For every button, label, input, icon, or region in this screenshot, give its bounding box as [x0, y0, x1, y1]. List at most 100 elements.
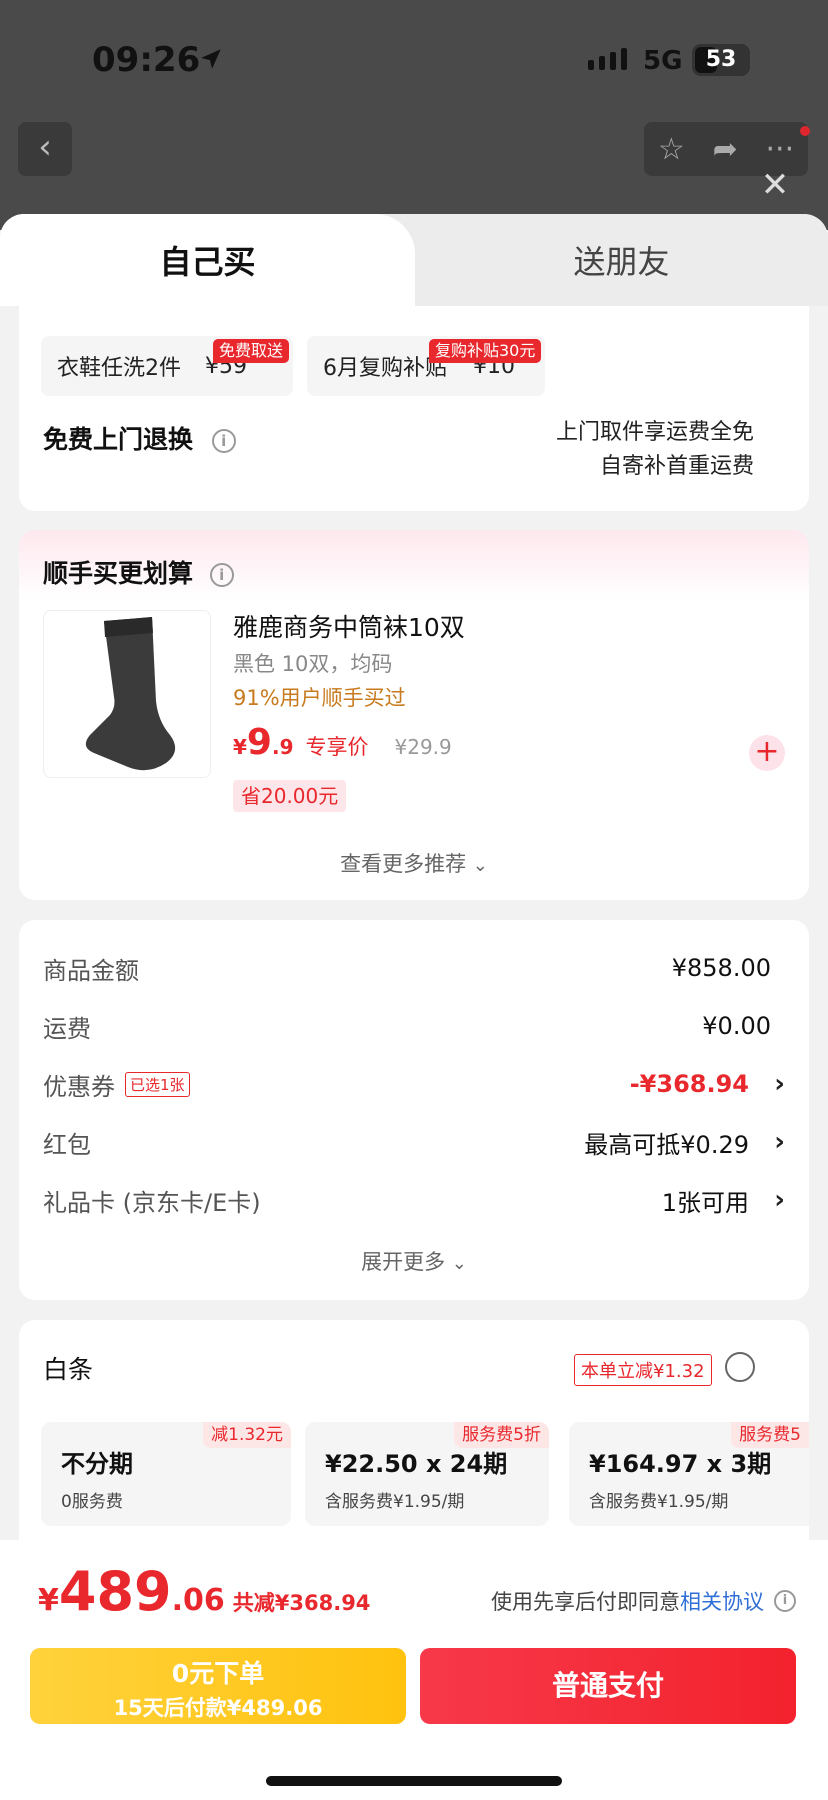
normal-pay-button[interactable]: 普通支付: [420, 1648, 796, 1724]
total-currency: ¥: [38, 1583, 59, 1618]
row-value: -¥368.94: [629, 1070, 749, 1098]
row-value: 最高可抵¥0.29: [584, 1130, 749, 1159]
product-social: 91%用户顺手买过: [233, 686, 406, 710]
baitiao-radio[interactable]: [725, 1352, 755, 1382]
return-title: 免费上门退换: [43, 425, 194, 454]
sock-icon: [85, 617, 176, 771]
option-badge: 减1.32元: [203, 1422, 291, 1448]
coupon-tag: 已选1张: [125, 1071, 190, 1097]
agreement-text: 使用先享后付即同意: [491, 1590, 680, 1614]
price-tag: 专享价: [305, 735, 369, 759]
total-price: ¥ 489 .06 共减¥368.94: [38, 1560, 370, 1623]
location-arrow-icon: [201, 49, 221, 69]
info-icon[interactable]: i: [211, 429, 236, 453]
battery-icon: 53: [692, 44, 750, 76]
back-button[interactable]: ‹: [18, 122, 72, 176]
zero-title: 0元下单: [171, 1659, 265, 1688]
addon-card: 顺手买更划算 i 雅鹿商务中筒袜10双 黑色 10双，均码 91%用户顺手买过 …: [19, 530, 809, 900]
orig-price: ¥29.9: [394, 735, 452, 759]
chip-badge: 免费取送: [213, 339, 290, 363]
status-bar: 09:26 5G 53: [0, 0, 828, 120]
price-currency: ¥: [233, 735, 247, 759]
more-recommend-label: 查看更多推荐: [340, 852, 467, 876]
zero-sub: 15天后付款¥489.06: [113, 1696, 323, 1720]
chevron-right-icon: ›: [774, 1185, 785, 1215]
summary-card: 商品金额 ¥858.00 运费 ¥0.00 优惠券 已选1张 -¥368.94 …: [19, 920, 809, 1300]
chevron-down-icon: ⌄: [472, 855, 488, 876]
row-label: 优惠券: [43, 1072, 115, 1101]
return-desc-1: 上门取件享运费全免: [555, 420, 754, 445]
row-value: ¥858.00: [671, 954, 771, 982]
summary-row-goods: 商品金额 ¥858.00: [43, 948, 785, 988]
option-main: ¥164.97 x 3期: [589, 1450, 772, 1478]
total-discount: 共减¥368.94: [232, 1591, 371, 1615]
chip-badge: 复购补贴30元: [429, 339, 542, 363]
row-label: 运费: [43, 1014, 91, 1043]
chip-name: 衣鞋任洗2件: [57, 356, 181, 381]
zero-down-order-button[interactable]: 0元下单 15天后付款¥489.06: [30, 1648, 406, 1724]
baitiao-title: 白条: [43, 1355, 94, 1384]
service-chip-repurchase[interactable]: 6月复购补贴 ¥10 复购补贴30元: [307, 336, 545, 396]
installment-option-3[interactable]: 服务费5 ¥164.97 x 3期 含服务费¥1.95/期: [569, 1422, 809, 1526]
row-value: 1张可用: [661, 1188, 749, 1217]
notification-dot: [800, 126, 810, 136]
status-time: 09:26: [92, 40, 201, 80]
product-image[interactable]: [43, 610, 211, 778]
chevron-right-icon: ›: [774, 1127, 785, 1157]
option-badge: 服务费5折: [454, 1422, 549, 1448]
service-card: 衣鞋任洗2件 ¥59 免费取送 6月复购补贴 ¥10 复购补贴30元 免费上门退…: [19, 306, 809, 511]
product-price-row: ¥ 9 .9 专享价 ¥29.9: [233, 722, 452, 763]
expand-more[interactable]: 展开更多 ⌄: [19, 1246, 809, 1276]
bottom-bar: ¥ 489 .06 共减¥368.94 使用先享后付即同意 相关协议 i 0元下…: [0, 1540, 828, 1800]
add-to-cart-button[interactable]: +: [749, 735, 785, 771]
price-dec: .9: [271, 735, 294, 759]
service-chip-laundry[interactable]: 衣鞋任洗2件 ¥59 免费取送: [41, 336, 293, 396]
expand-more-label: 展开更多: [361, 1250, 446, 1274]
share-icon[interactable]: ➦: [713, 132, 738, 167]
option-main: ¥22.50 x 24期: [325, 1450, 508, 1478]
option-badge: 服务费5: [731, 1422, 809, 1448]
return-title-row: 免费上门退换 i: [43, 420, 236, 456]
baitiao-card: 白条 本单立减¥1.32 减1.32元 不分期 0服务费 服务费5折 ¥22.5…: [19, 1320, 809, 1560]
chevron-right-icon: ›: [774, 1069, 785, 1099]
star-icon[interactable]: ☆: [658, 132, 685, 167]
row-label: 红包: [43, 1130, 91, 1159]
total-dec: .06: [171, 1583, 225, 1618]
addon-title: 顺手买更划算: [43, 559, 194, 588]
tab-gift-friend[interactable]: 送朋友: [415, 214, 828, 306]
home-indicator: [266, 1776, 562, 1786]
total-int: 489: [58, 1560, 172, 1623]
more-icon[interactable]: ···: [766, 132, 795, 167]
return-desc: 上门取件享运费全免 自寄补首重运费: [556, 416, 754, 484]
chevron-down-icon: ⌄: [451, 1253, 467, 1274]
more-recommend[interactable]: 查看更多推荐 ⌄: [19, 848, 809, 878]
info-icon[interactable]: i: [209, 563, 234, 587]
tab-buy-self[interactable]: 自己买: [0, 214, 415, 306]
return-desc-2: 自寄补首重运费: [599, 454, 754, 479]
installment-option-24[interactable]: 服务费5折 ¥22.50 x 24期 含服务费¥1.95/期: [305, 1422, 549, 1526]
tab-bar: 自己买 送朋友: [0, 214, 828, 306]
info-icon[interactable]: i: [774, 1590, 796, 1612]
summary-row-coupon[interactable]: 优惠券 已选1张 -¥368.94 ›: [43, 1064, 785, 1104]
installment-option-none[interactable]: 减1.32元 不分期 0服务费: [41, 1422, 291, 1526]
row-label: 礼品卡 (京东卡/E卡): [43, 1188, 261, 1217]
summary-row-giftcard[interactable]: 礼品卡 (京东卡/E卡) 1张可用 ›: [43, 1180, 785, 1220]
row-label: 商品金额: [43, 956, 139, 985]
price-int: 9: [246, 722, 272, 763]
option-sub: 含服务费¥1.95/期: [325, 1492, 465, 1512]
network-label: 5G: [643, 46, 683, 76]
signal-icon: [588, 48, 627, 70]
product-name[interactable]: 雅鹿商务中筒袜10双: [233, 608, 465, 644]
summary-row-shipping: 运费 ¥0.00: [43, 1006, 785, 1046]
baitiao-promo: 本单立减¥1.32: [574, 1354, 712, 1386]
agreement-link[interactable]: 相关协议: [680, 1586, 764, 1616]
option-sub: 0服务费: [61, 1492, 123, 1512]
option-sub: 含服务费¥1.95/期: [589, 1492, 729, 1512]
save-badge: 省20.00元: [233, 780, 347, 812]
product-spec: 黑色 10双，均码: [233, 652, 393, 676]
option-main: 不分期: [61, 1450, 133, 1478]
addon-title-row: 顺手买更划算 i: [43, 554, 234, 590]
summary-row-redpacket[interactable]: 红包 最高可抵¥0.29 ›: [43, 1122, 785, 1162]
agreement-row: 使用先享后付即同意 相关协议 i: [491, 1586, 796, 1616]
close-icon[interactable]: ✕: [760, 168, 790, 202]
